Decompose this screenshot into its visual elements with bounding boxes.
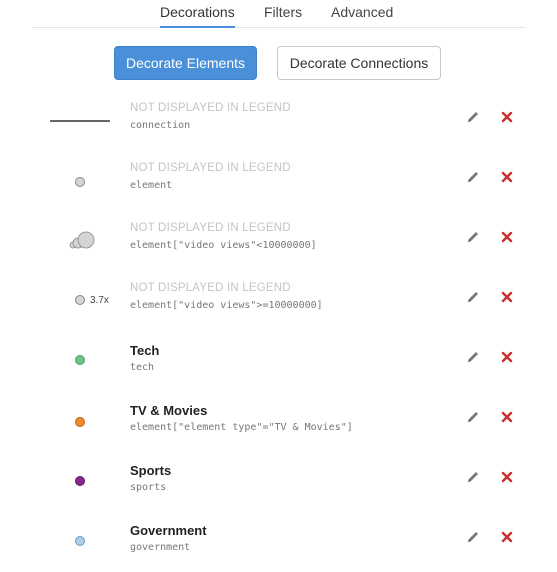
row-title: Government	[130, 523, 207, 538]
tab-advanced[interactable]: Advanced	[331, 4, 393, 26]
pencil-icon[interactable]	[465, 289, 481, 305]
delete-icon[interactable]	[500, 470, 514, 484]
pencil-icon[interactable]	[465, 349, 481, 365]
delete-icon[interactable]	[500, 350, 514, 364]
row-title: TV & Movies	[130, 403, 208, 418]
decorate-connections-button[interactable]: Decorate Connections	[277, 46, 441, 80]
tab-filters[interactable]: Filters	[264, 4, 302, 26]
delete-icon[interactable]	[500, 530, 514, 544]
decoration-row: TV & Movies element["element type"="TV &…	[0, 392, 557, 452]
scale-label: 3.7x	[90, 295, 109, 306]
decoration-row: NOT DISPLAYED IN LEGEND element["video v…	[0, 212, 557, 272]
pencil-icon[interactable]	[465, 109, 481, 125]
row-selector: government	[130, 542, 191, 553]
row-selector: connection	[130, 120, 191, 131]
row-title: NOT DISPLAYED IN LEGEND	[130, 102, 291, 114]
row-selector: tech	[130, 362, 155, 373]
tab-decorations[interactable]: Decorations	[160, 4, 235, 28]
gray-dot-swatch	[75, 177, 85, 187]
row-selector: element	[130, 180, 173, 191]
row-title: NOT DISPLAYED IN LEGEND	[130, 222, 291, 234]
tab-bar: Decorations Filters Advanced	[32, 0, 525, 28]
gray-dot-swatch	[75, 295, 85, 305]
size-bubbles-swatch	[69, 231, 95, 249]
pencil-icon[interactable]	[465, 169, 481, 185]
decoration-row: Sports sports	[0, 452, 557, 512]
tv-movies-color-swatch	[75, 417, 85, 427]
delete-icon[interactable]	[500, 170, 514, 184]
row-title: Tech	[130, 343, 160, 358]
row-selector: element["video views"<10000000]	[130, 240, 317, 251]
sports-color-swatch	[75, 476, 85, 486]
government-color-swatch	[75, 536, 85, 546]
delete-icon[interactable]	[500, 110, 514, 124]
connection-line-swatch	[50, 120, 110, 122]
row-selector: element["element type"="TV & Movies"]	[130, 422, 353, 433]
row-title: Sports	[130, 463, 172, 478]
delete-icon[interactable]	[500, 290, 514, 304]
row-title: NOT DISPLAYED IN LEGEND	[130, 282, 291, 294]
pencil-icon[interactable]	[465, 409, 481, 425]
pencil-icon[interactable]	[465, 469, 481, 485]
delete-icon[interactable]	[500, 230, 514, 244]
tech-color-swatch	[75, 355, 85, 365]
row-selector: sports	[130, 482, 167, 493]
pencil-icon[interactable]	[465, 229, 481, 245]
decorate-elements-button[interactable]: Decorate Elements	[114, 46, 257, 80]
decoration-row: 3.7x NOT DISPLAYED IN LEGEND element["vi…	[0, 272, 557, 332]
decoration-row: NOT DISPLAYED IN LEGEND element	[0, 152, 557, 212]
decoration-row: Tech tech	[0, 332, 557, 392]
row-title: NOT DISPLAYED IN LEGEND	[130, 162, 291, 174]
row-selector: element["video views">=10000000]	[130, 300, 323, 311]
decoration-row: Government government	[0, 512, 557, 572]
delete-icon[interactable]	[500, 410, 514, 424]
pencil-icon[interactable]	[465, 529, 481, 545]
decoration-row: NOT DISPLAYED IN LEGEND connection	[0, 92, 557, 152]
